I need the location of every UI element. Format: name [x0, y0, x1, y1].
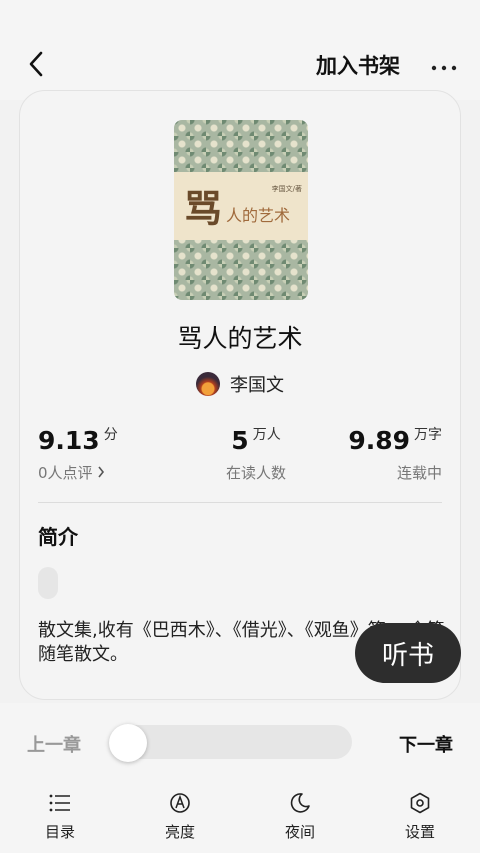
words-label: 连载中: [396, 464, 442, 482]
more-horizontal-icon: [430, 57, 458, 76]
author-avatar: [196, 372, 220, 396]
tab-brightness[interactable]: 亮度: [140, 789, 220, 842]
top-bar: 加入书架: [0, 0, 480, 100]
stat-words: 9.89 万字 连载中: [348, 426, 442, 486]
prev-chapter-button[interactable]: 上一章: [27, 731, 81, 757]
tab-settings[interactable]: 设置: [380, 789, 460, 842]
back-button[interactable]: [22, 50, 50, 82]
tab-night-label: 夜间: [284, 823, 315, 841]
divider: [38, 502, 442, 503]
score-unit: 分: [103, 427, 118, 443]
stat-score[interactable]: 9.13 分 0人点评: [38, 426, 118, 486]
reader-bottom-panel: 上一章 下一章 目录 亮度 夜间 设置: [0, 703, 480, 853]
add-to-shelf-button[interactable]: 加入书架: [316, 50, 400, 82]
words-value: 9.89: [348, 426, 410, 455]
readers-unit: 万人: [252, 427, 281, 443]
readers-value: 5: [231, 426, 249, 455]
bottom-tab-bar: 目录 亮度 夜间 设置: [0, 789, 480, 851]
intro-heading: 简介: [38, 525, 78, 549]
score-value: 9.13: [38, 426, 100, 455]
stat-readers: 5 万人 在读人数: [208, 426, 304, 486]
tab-catalog[interactable]: 目录: [20, 789, 100, 842]
tab-brightness-label: 亮度: [164, 823, 195, 841]
next-chapter-button[interactable]: 下一章: [399, 731, 453, 757]
cover-title: 人的艺术: [226, 206, 291, 225]
tag-placeholder: [38, 567, 58, 599]
cover-big-character: 骂: [184, 186, 223, 231]
book-detail-card: 骂 人的艺术 李国文/著 骂人的艺术 李国文 9.13 分 0人点评 5 万人 …: [19, 90, 461, 700]
author-name: 李国文: [230, 375, 284, 396]
tab-catalog-label: 目录: [44, 823, 75, 841]
listen-button[interactable]: 听书: [355, 623, 461, 683]
author-row[interactable]: 李国文: [20, 371, 460, 397]
words-unit: 万字: [414, 427, 442, 443]
readers-label: 在读人数: [225, 464, 286, 482]
cover-author: 李国文/著: [271, 185, 302, 193]
brightness-icon: [140, 789, 220, 817]
chevron-right-icon: [97, 464, 105, 482]
moon-icon: [260, 789, 340, 817]
cover-title-band: 骂 人的艺术 李国文/著: [174, 172, 308, 240]
settings-icon: [380, 789, 460, 817]
list-icon: [20, 789, 100, 817]
book-cover[interactable]: 骂 人的艺术 李国文/著: [174, 120, 308, 300]
tab-night[interactable]: 夜间: [260, 789, 340, 842]
chevron-left-icon: [27, 50, 45, 82]
slider-thumb[interactable]: [109, 724, 147, 762]
tab-settings-label: 设置: [404, 823, 435, 841]
score-label: 0人点评: [38, 464, 93, 482]
more-button[interactable]: [428, 50, 460, 82]
stats-row: 9.13 分 0人点评 5 万人 在读人数 9.89 万字 连载中: [20, 426, 460, 486]
book-title: 骂人的艺术: [177, 324, 303, 353]
